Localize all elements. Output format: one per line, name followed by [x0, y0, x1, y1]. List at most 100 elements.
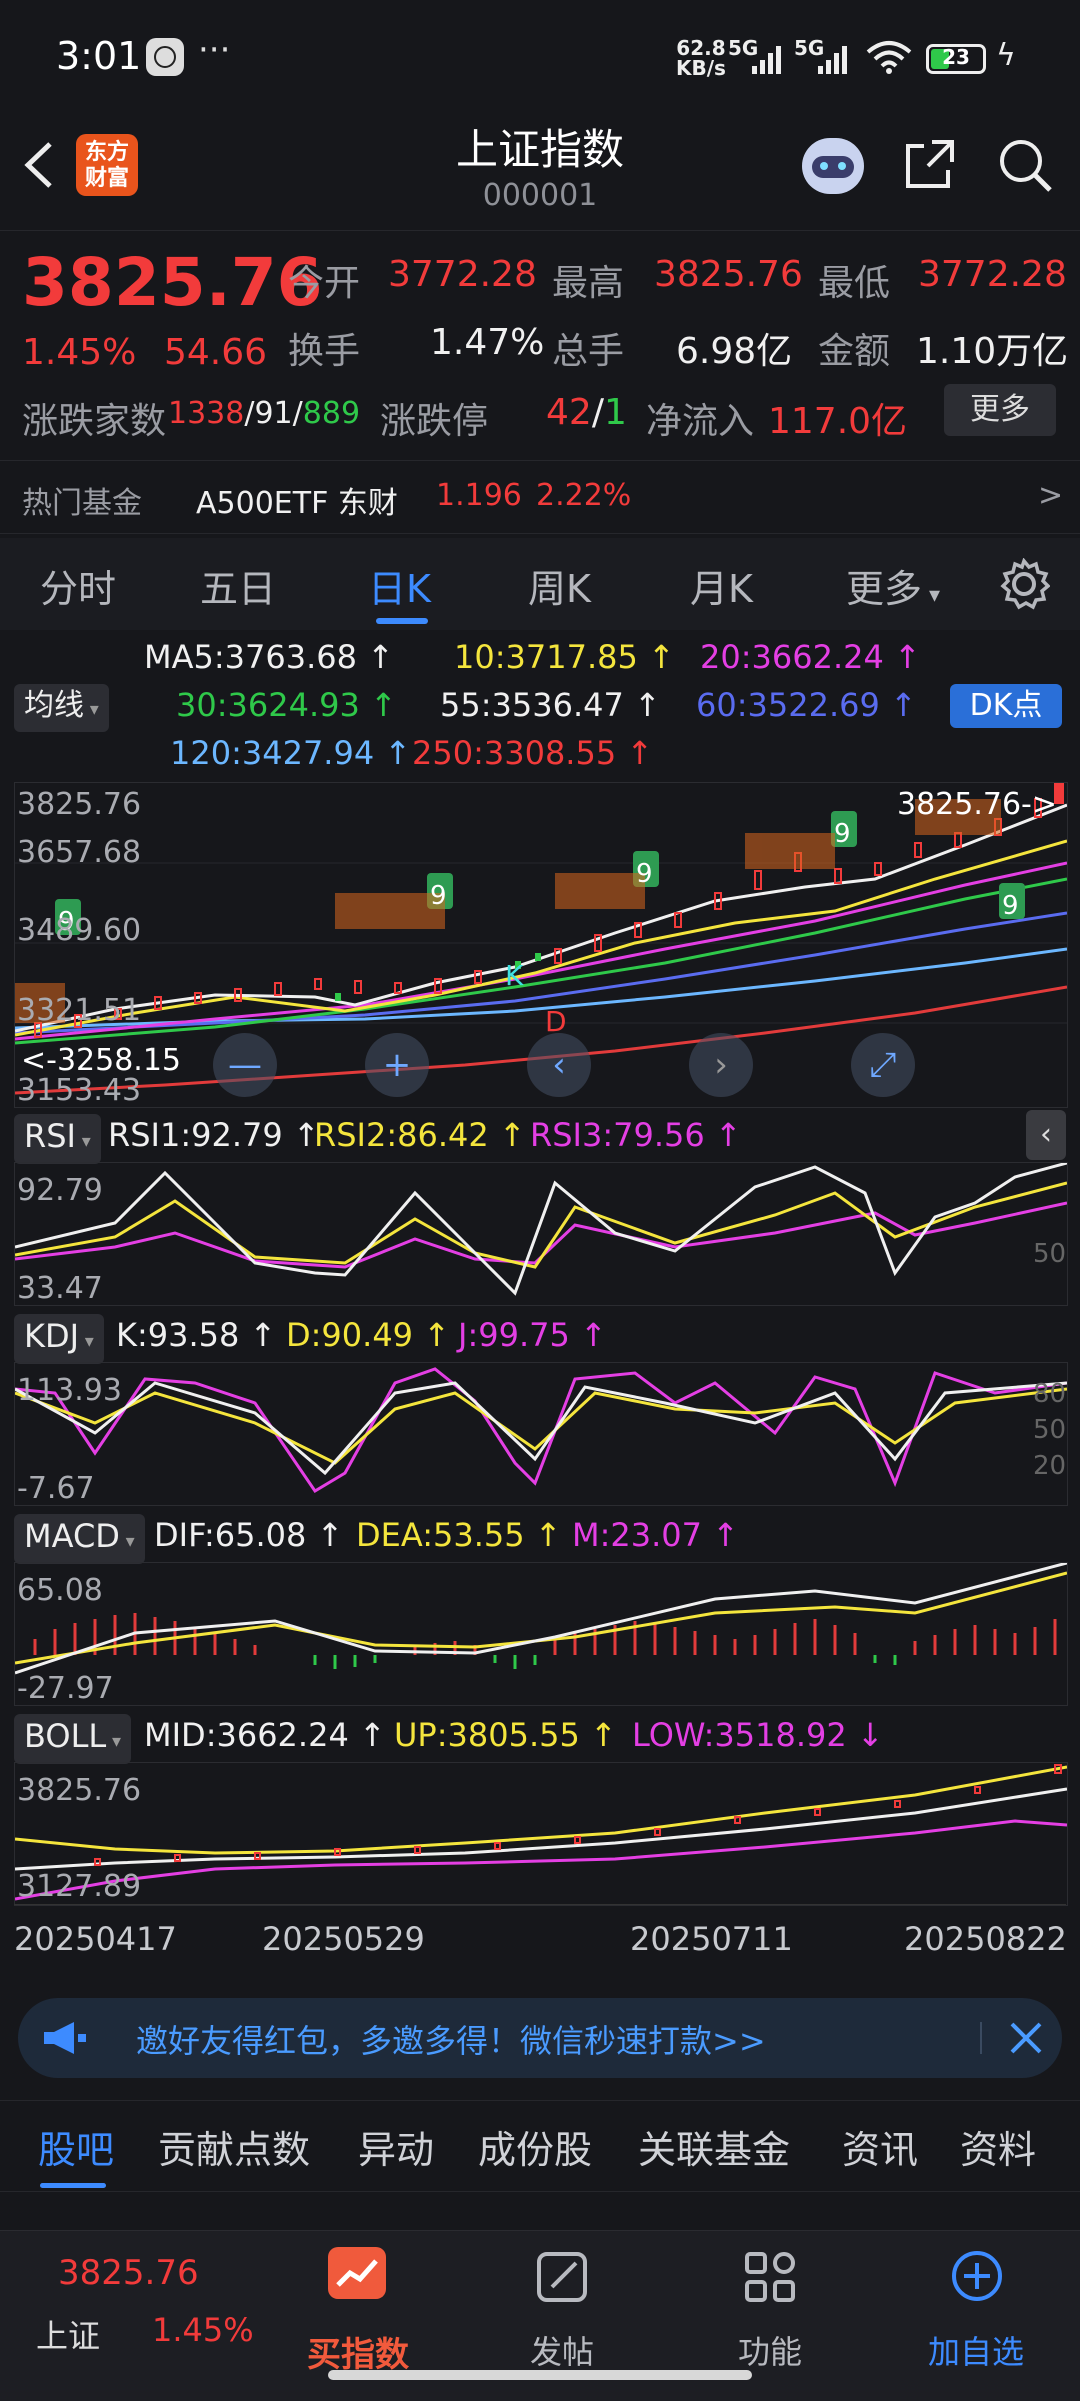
date-label-2: 20250529: [262, 1920, 425, 1958]
post-icon: [537, 2252, 587, 2302]
tab-weekly-k[interactable]: 周K: [528, 558, 591, 613]
rsi-chart: [14, 1161, 1068, 1296]
ma60-value: 60:3522.69 ↑: [696, 686, 917, 724]
hot-fund-price: 1.196: [436, 478, 522, 513]
boll-panel: 3825.76 3127.89: [14, 1762, 1068, 1906]
tab-profile[interactable]: 资料: [960, 2119, 1036, 2174]
dk-point-button[interactable]: DK点: [950, 684, 1062, 728]
scroll-right-button[interactable]: ›: [689, 1033, 753, 1097]
kdj-y-top: 113.93: [17, 1373, 122, 1408]
date-label-3: 20250711: [630, 1920, 793, 1958]
collapse-side-button[interactable]: ‹: [1026, 1110, 1066, 1160]
zoom-in-button[interactable]: +: [365, 1033, 429, 1097]
tab-intraday[interactable]: 分时: [40, 558, 116, 613]
rsi-selector[interactable]: RSI ▾: [14, 1114, 101, 1164]
nav-post[interactable]: 发帖: [492, 2327, 632, 2373]
netflow-label: 净流入: [646, 401, 755, 442]
nav-add-watchlist[interactable]: 加自选: [906, 2327, 1046, 2373]
boll-y-bottom: 3127.89: [17, 1869, 142, 1904]
kline-chart-panel[interactable]: 9 9 9 9 9 3825.76 3657.68 3489.60 3321.5…: [14, 782, 1068, 1108]
nav-buy-index[interactable]: 买指数: [288, 2327, 428, 2376]
promo-banner[interactable]: 邀好友得红包，多邀多得！微信秒速打款>>: [18, 1998, 1062, 2078]
tab-guba[interactable]: 股吧: [38, 2119, 114, 2174]
hot-fund-name[interactable]: A500ETF 东财: [196, 478, 398, 522]
hot-fund-arrow-icon[interactable]: >: [1038, 478, 1063, 513]
change-percent: 1.45%: [22, 332, 137, 373]
limit-label: 涨跌停: [380, 401, 489, 442]
kdj-ref-20: 20: [1033, 1451, 1067, 1481]
tab-constituents[interactable]: 成份股: [478, 2119, 592, 2174]
change-value: 54.66: [164, 332, 268, 373]
macd-chart: [14, 1561, 1068, 1675]
app-indicator-icon: [146, 38, 184, 76]
content-tabs: 股吧 贡献点数 异动 成份股 关联基金 资讯 资料: [0, 2100, 1080, 2192]
nav-index-name: 上证: [36, 2317, 101, 2355]
kline-y-label-4: 3321.51: [17, 993, 142, 1028]
close-icon[interactable]: [1008, 2020, 1044, 2056]
settings-gear-icon[interactable]: [998, 558, 1050, 610]
boll-chart: [14, 1764, 1068, 1901]
signal-1-icon: [752, 46, 781, 74]
ma-selector[interactable]: 均线 ▾: [14, 684, 109, 732]
turnover-label: 换手: [288, 331, 361, 372]
tab-news[interactable]: 资讯: [842, 2119, 918, 2174]
nine-label-4: 9: [834, 819, 851, 849]
hot-fund-pct: 2.22%: [536, 478, 632, 513]
k-marker: K: [505, 959, 524, 992]
pan-left-button[interactable]: —: [213, 1033, 277, 1097]
macd-y-top: 65.08: [17, 1573, 103, 1608]
rsi-y-bottom: 33.47: [17, 1271, 103, 1306]
boll-candles: [94, 1764, 1062, 1866]
promo-divider: [980, 2022, 982, 2054]
scroll-left-button[interactable]: ‹: [527, 1033, 591, 1097]
active-tab-indicator: [376, 618, 428, 624]
home-indicator[interactable]: [328, 2370, 752, 2380]
kdj-panel: 113.93 -7.67 80 50 20: [14, 1362, 1068, 1506]
macd-selector[interactable]: MACD ▾: [14, 1514, 145, 1564]
nine-label-3: 9: [636, 859, 653, 889]
last-price: 3825.76: [22, 244, 323, 321]
search-icon[interactable]: [996, 136, 1054, 194]
buy-index-icon: [328, 2247, 386, 2299]
nav-function[interactable]: 功能: [700, 2327, 840, 2373]
tab-related-funds[interactable]: 关联基金: [638, 2119, 790, 2174]
kdj-k-value: K:93.58 ↑: [116, 1316, 277, 1354]
ma30-value: 30:3624.93 ↑: [176, 686, 397, 724]
nav-index-pct: 1.45%: [152, 2311, 254, 2349]
tab-five-day[interactable]: 五日: [200, 558, 276, 613]
limit-values: 42/1: [546, 392, 627, 433]
charging-icon: ϟ: [996, 38, 1016, 73]
macd-y-bottom: -27.97: [17, 1671, 114, 1706]
rsi3-value: RSI3:79.56 ↑: [530, 1116, 742, 1154]
promo-text[interactable]: 邀好友得红包，多邀多得！微信秒速打款>>: [136, 2016, 766, 2062]
date-label-4: 20250822: [904, 1920, 1067, 1958]
kdj-selector[interactable]: KDJ ▾: [14, 1314, 104, 1364]
robot-assistant-icon[interactable]: [798, 134, 868, 198]
status-time: 3:01: [56, 34, 142, 78]
ma120-value: 120:3427.94 ↑: [170, 734, 412, 772]
kdj-chart: [14, 1367, 1068, 1494]
guba-underline: [40, 2183, 106, 2188]
more-button[interactable]: 更多: [944, 384, 1056, 436]
fullscreen-button[interactable]: ⤢: [851, 1033, 915, 1097]
high-value: 3825.76: [654, 254, 803, 295]
netflow-value: 117.0亿: [768, 401, 908, 442]
wifi-icon: [866, 41, 912, 74]
tab-more[interactable]: 更多 ▾: [846, 558, 940, 613]
tab-daily-k[interactable]: 日K: [368, 558, 431, 613]
rsi-panel: 92.79 33.47 50: [14, 1161, 1068, 1306]
tab-anomaly[interactable]: 异动: [358, 2119, 434, 2174]
rsi2-value: RSI2:86.42 ↑: [314, 1116, 526, 1154]
ma250-value: 250:3308.55 ↑: [412, 734, 654, 772]
macd-m-value: M:23.07 ↑: [572, 1516, 739, 1554]
last-price-tag: 3825.76->: [897, 787, 1058, 822]
kdj-y-bottom: -7.67: [17, 1471, 95, 1506]
boll-selector[interactable]: BOLL ▾: [14, 1714, 131, 1764]
date-axis-ticks: [14, 1904, 1066, 1915]
tab-monthly-k[interactable]: 月K: [690, 558, 753, 613]
high-label: 最高: [552, 263, 625, 304]
tab-contribution[interactable]: 贡献点数: [158, 2119, 310, 2174]
share-icon[interactable]: [902, 136, 958, 192]
ma55-value: 55:3536.47 ↑: [440, 686, 661, 724]
rsi-ref-50: 50: [1033, 1239, 1067, 1269]
